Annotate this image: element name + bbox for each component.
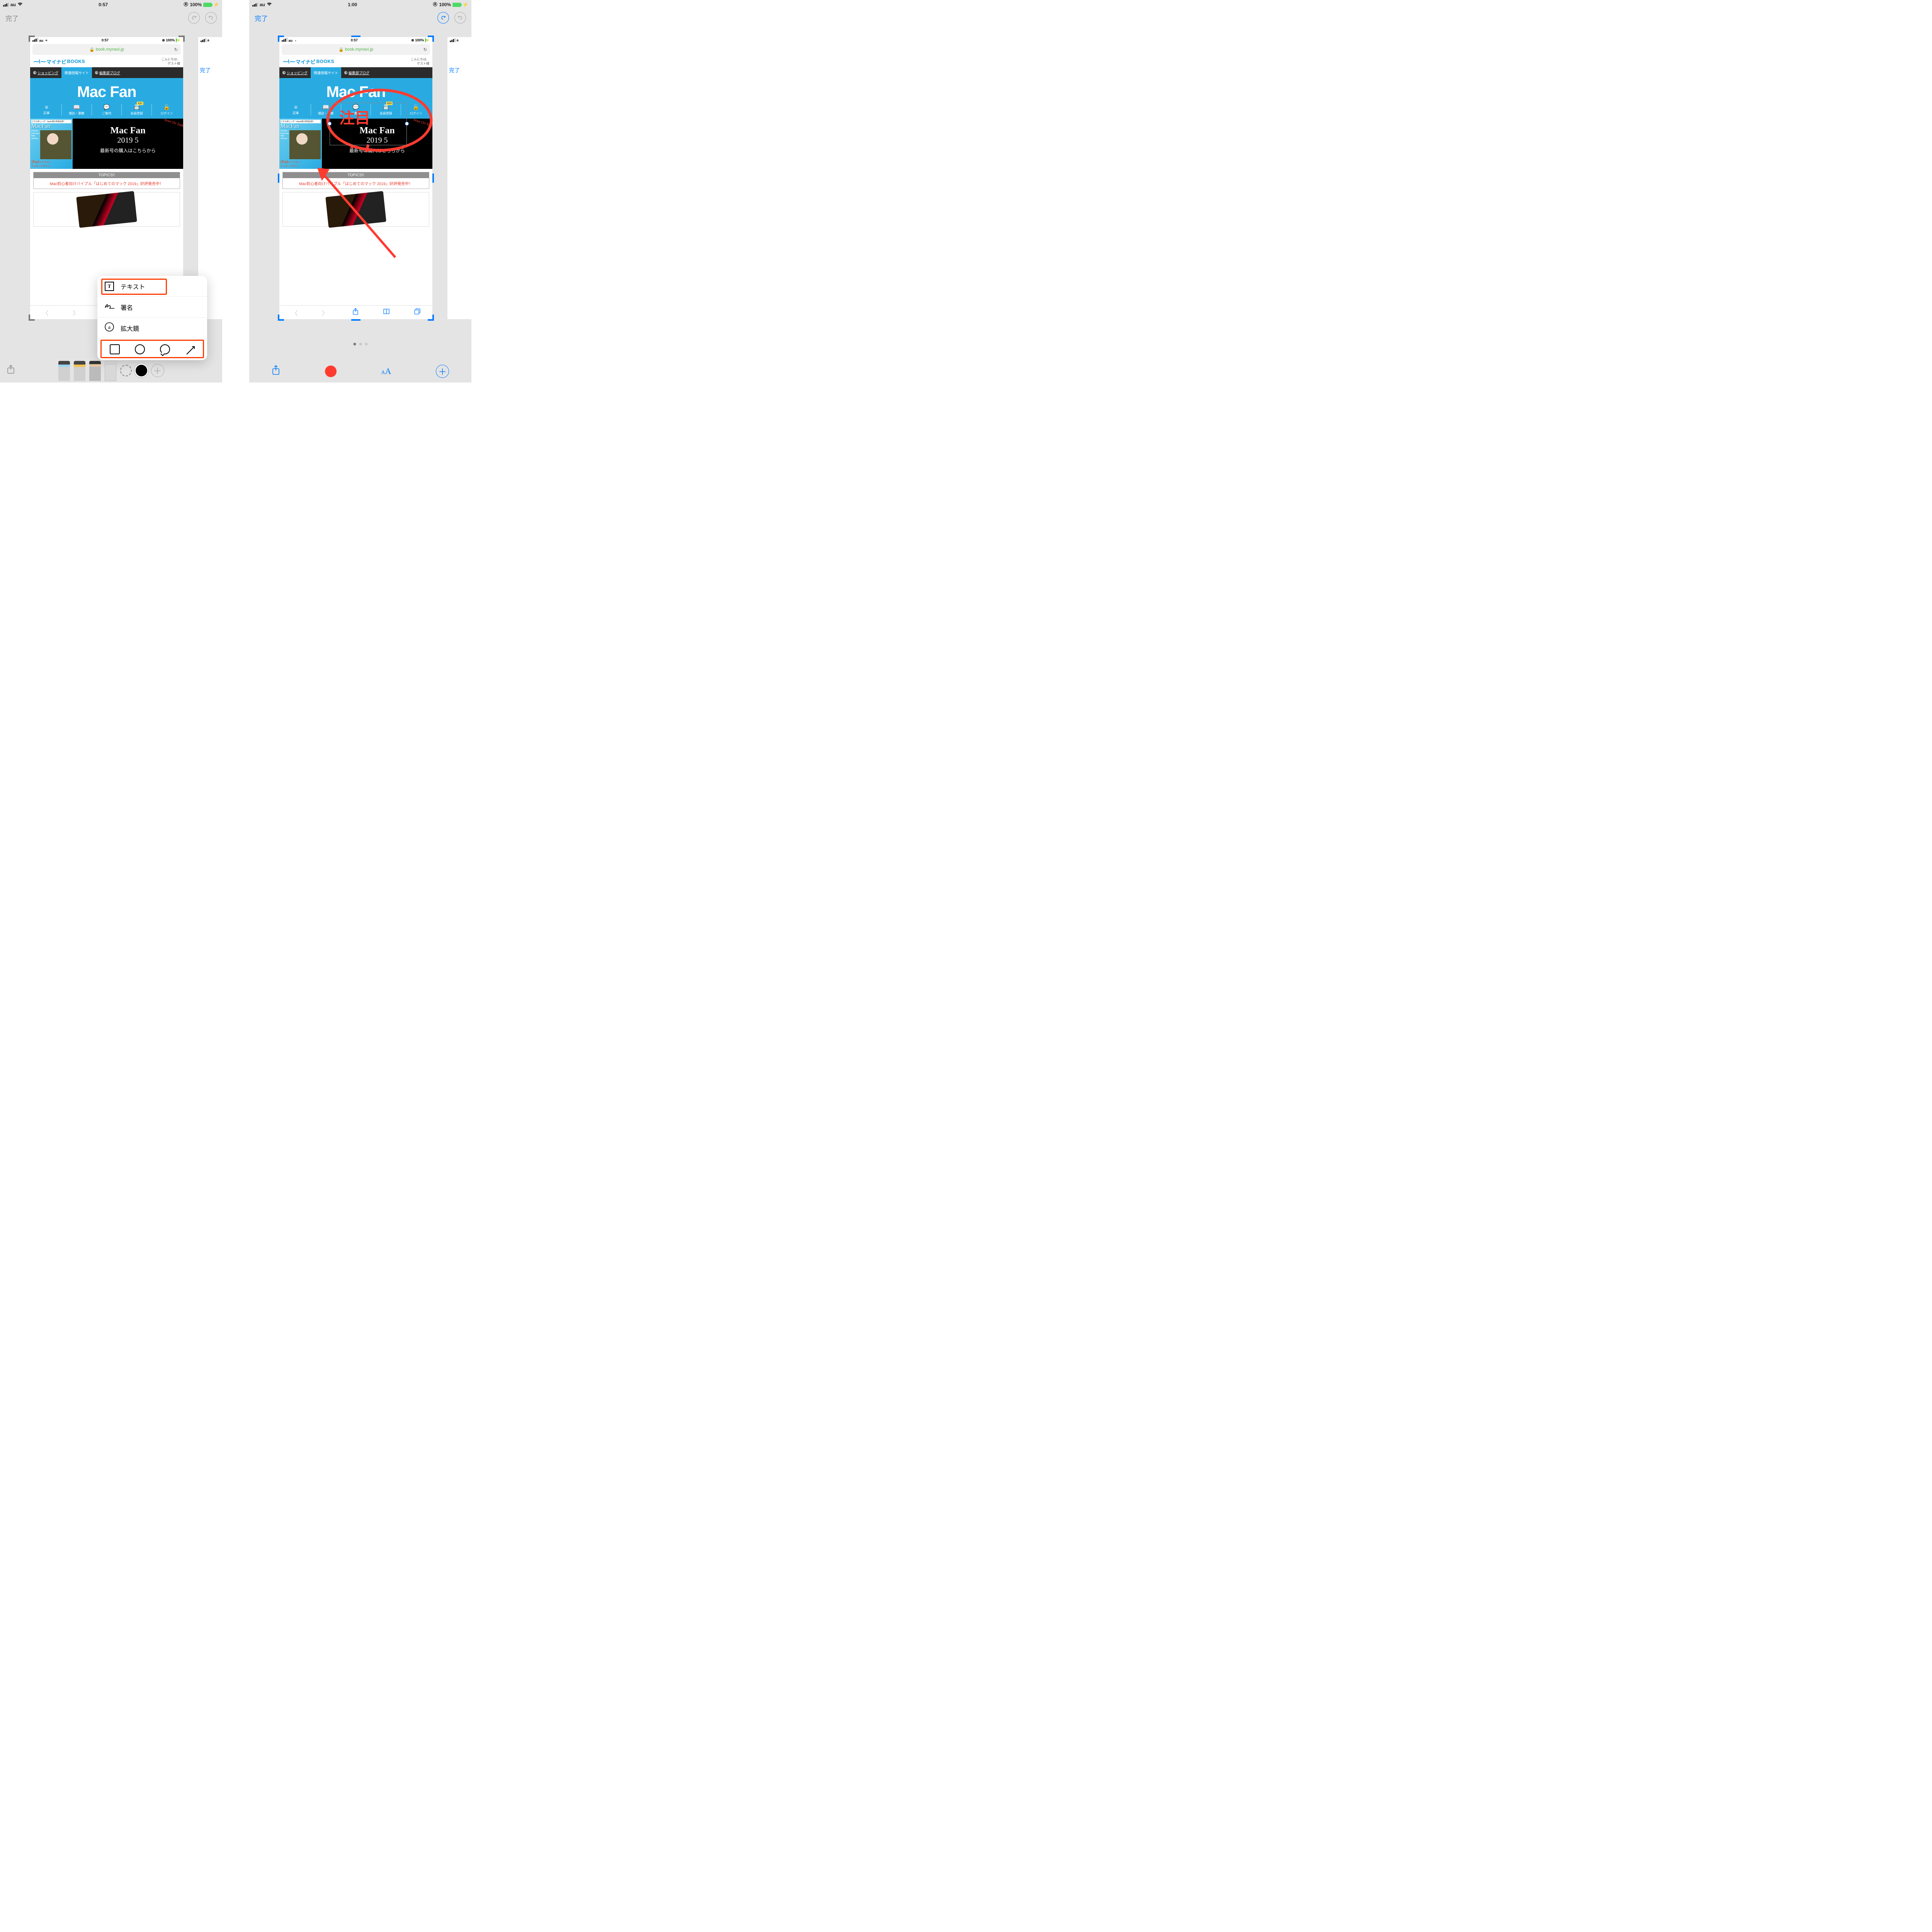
battery-icon <box>203 3 212 7</box>
markup-toolbar-top: 完了 <box>249 9 471 26</box>
page-dot[interactable] <box>353 343 356 345</box>
markup-tools-toolbar: ＋ <box>0 360 222 383</box>
magazine-promo: どれも欲しいぞ！Apple春の新製品祭！ MacFan iPad Air iPa… <box>30 119 183 169</box>
url-text: book.mynavi.jp <box>96 47 124 52</box>
clock: 0:57 <box>99 2 108 7</box>
redo-button[interactable] <box>454 12 466 24</box>
crop-handle[interactable] <box>179 36 185 42</box>
battery-icon <box>452 3 461 7</box>
peek-done-label: 完了 <box>198 66 222 74</box>
carrier-label: au <box>10 2 16 7</box>
crop-handle[interactable] <box>29 36 35 42</box>
topics-box: TOPICS!! Mac初心者向けバイブル「はじめてのマック 2019」好評発売… <box>33 172 180 189</box>
text-style-button[interactable]: AA <box>381 366 391 376</box>
crop-handle[interactable] <box>29 315 35 321</box>
wifi-icon <box>17 2 23 7</box>
charging-icon: ⚡ <box>213 2 219 7</box>
orientation-lock-icon <box>184 2 188 8</box>
card-icon: 📇有料 <box>133 104 140 111</box>
pencil-tool[interactable] <box>89 361 101 381</box>
tablet-stand-ad <box>33 192 180 227</box>
wifi-icon <box>267 2 272 7</box>
battery-pct: 100% <box>439 2 451 7</box>
back-icon: 〈 <box>42 308 48 317</box>
done-button[interactable]: 完了 <box>255 13 268 23</box>
crop-handle[interactable] <box>351 36 361 37</box>
popover-shapes-row <box>97 338 207 360</box>
blue-icon-nav: ≡記事 📖雑誌・書籍 💬ご案内 📇有料会員登録 🔓ログイン <box>30 102 183 119</box>
lock-icon: 🔓 <box>163 104 170 111</box>
magnifier-icon: a <box>104 322 114 334</box>
arrow-shape-button[interactable] <box>185 344 195 354</box>
next-screenshot-peek[interactable]: a 完了 <box>447 37 471 319</box>
popover-item-text[interactable]: T テキスト <box>97 276 207 297</box>
add-annotation-button[interactable]: ＋ <box>151 364 164 377</box>
carrier-label: au <box>260 2 265 7</box>
lock-icon: 🔒 <box>89 47 95 52</box>
undo-button[interactable] <box>437 12 449 24</box>
battery-pct: 100% <box>190 2 202 7</box>
markup-bottom-toolbar: AA ＋ <box>249 360 471 383</box>
popover-item-signature[interactable]: 署名 <box>97 297 207 318</box>
orientation-lock-icon <box>433 2 437 8</box>
add-shape-popover: T テキスト 署名 a 拡大鏡 <box>97 276 207 360</box>
crop-handle[interactable] <box>351 319 361 321</box>
crop-handle[interactable] <box>278 173 279 183</box>
crop-handle[interactable] <box>428 36 434 42</box>
popover-label: 拡大鏡 <box>121 323 139 333</box>
undo-button[interactable] <box>188 12 200 24</box>
forward-icon: 〉 <box>73 308 79 317</box>
signal-icon <box>3 3 9 7</box>
ellipse-shape-button[interactable] <box>135 344 145 354</box>
share-button[interactable] <box>272 365 280 378</box>
safari-address-bar: 🔒 book.mynavi.jp ↻ <box>32 44 181 55</box>
popover-item-magnifier[interactable]: a 拡大鏡 <box>97 318 207 338</box>
ios-status-bar: au 0:57 100% ⚡ <box>0 0 222 9</box>
screenshot-thumbnail[interactable]: au 0:57 ⊗ 100% ⚡ 🔒book.mynavi.jp↻ ⁓\⁓マイナ… <box>279 37 432 319</box>
greeting-text: こんにちは、 ゲスト様 <box>162 57 180 66</box>
marker-tool[interactable] <box>58 361 70 381</box>
menu-icon: ≡ <box>45 104 48 110</box>
speech-bubble-shape-button[interactable] <box>160 344 170 354</box>
crop-handle[interactable] <box>278 36 284 42</box>
color-indicator-button[interactable] <box>325 366 337 377</box>
charging-icon: ⚡ <box>463 2 468 7</box>
captured-safari-page: au 0:57 ⊗ 100% ⚡ 🔒book.mynavi.jp↻ ⁓\⁓マイナ… <box>279 37 432 319</box>
crop-handle[interactable] <box>432 173 434 183</box>
speech-icon: 💬 <box>103 104 110 111</box>
highlighter-tool[interactable] <box>74 361 85 381</box>
signature-icon <box>104 302 114 312</box>
crop-handle[interactable] <box>428 315 434 321</box>
lasso-tool[interactable] <box>120 365 132 376</box>
text-tool-icon: T <box>104 281 114 291</box>
color-picker-button[interactable] <box>136 365 147 376</box>
markup-editor-right: au 1:00 100% ⚡ 完了 a 完了 <box>249 0 471 383</box>
macfan-banner: Mac Fan <box>30 78 183 102</box>
done-button[interactable]: 完了 <box>5 13 19 23</box>
eraser-tool[interactable] <box>105 361 116 381</box>
redo-button[interactable] <box>205 12 217 24</box>
page-dot[interactable] <box>359 343 362 345</box>
svg-text:a: a <box>108 325 111 330</box>
ios-status-bar: au 1:00 100% ⚡ <box>249 0 471 9</box>
book-icon: 📖 <box>73 104 80 111</box>
popover-label: テキスト <box>121 282 145 291</box>
crop-handle[interactable] <box>278 315 284 321</box>
page-dot[interactable] <box>365 343 367 345</box>
page-indicator <box>353 343 367 345</box>
mynavi-books-logo: ⁓\⁓ マイナビ BOOKS <box>33 58 85 65</box>
clock: 1:00 <box>348 2 357 7</box>
signal-icon <box>252 3 258 7</box>
peek-done-label: 完了 <box>447 66 471 74</box>
reload-icon: ↻ <box>174 47 178 52</box>
markup-toolbar-top: 完了 <box>0 9 222 26</box>
rectangle-shape-button[interactable] <box>110 344 120 354</box>
site-tab-nav: ▶ショッピング 関連情報サイト ▶編集部ブログ <box>30 67 183 78</box>
markup-editor-left: au 0:57 100% ⚡ 完了 a 完了 <box>0 0 222 383</box>
popover-label: 署名 <box>121 303 133 312</box>
add-annotation-button[interactable]: ＋ <box>436 365 449 378</box>
